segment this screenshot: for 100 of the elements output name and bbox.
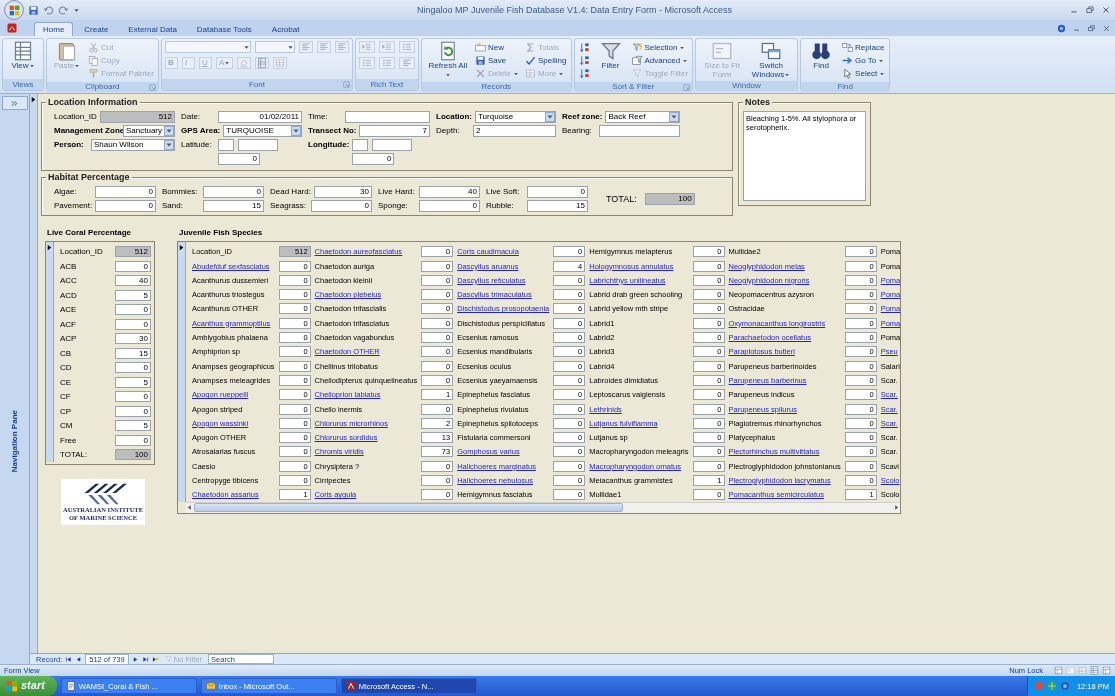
input-field[interactable]: 0 <box>419 200 480 212</box>
ribbon-button[interactable]: Selection <box>630 41 690 54</box>
input-field[interactable]: 0 <box>218 153 260 165</box>
input-field[interactable]: 15 <box>203 200 264 212</box>
new-record-button[interactable] <box>151 655 159 663</box>
help-button[interactable] <box>1057 23 1066 33</box>
input-field[interactable] <box>352 139 369 151</box>
input-field[interactable]: 30 <box>313 186 372 198</box>
dropdown-field[interactable]: TURQUOISE <box>223 125 302 137</box>
ribbon-tab[interactable]: Create <box>75 22 118 36</box>
input-field[interactable]: 5 <box>115 376 151 388</box>
input-field[interactable] <box>218 139 234 151</box>
ribbon-button[interactable]: Go To <box>841 54 887 67</box>
customize-button[interactable] <box>73 6 80 14</box>
record-selector[interactable] <box>30 94 38 653</box>
ribbon-tab[interactable]: Acrobat <box>262 22 309 36</box>
horizontal-scrollbar[interactable] <box>186 501 901 513</box>
navigation-pane-label[interactable]: Navigation Pane <box>9 410 20 473</box>
font-size-field[interactable] <box>254 41 295 53</box>
view-button[interactable] <box>1090 666 1099 675</box>
input-field[interactable]: 2 <box>473 125 556 137</box>
record-selector[interactable] <box>178 241 186 502</box>
ribbon-tab[interactable]: Database Tools <box>187 22 261 36</box>
last-record-button[interactable] <box>141 655 149 663</box>
input-field[interactable]: 0 <box>115 405 151 417</box>
ribbon-button[interactable]: Spelling <box>524 54 568 67</box>
dialog-launcher-button[interactable] <box>148 84 156 91</box>
input-field[interactable] <box>372 139 413 151</box>
previous-record-button[interactable] <box>75 655 83 663</box>
input-field[interactable] <box>238 139 278 151</box>
next-record-button[interactable] <box>131 655 139 663</box>
view-button[interactable] <box>1066 666 1075 675</box>
view-button[interactable] <box>1054 666 1063 675</box>
input-field[interactable]: 5 <box>115 420 151 432</box>
view-button[interactable] <box>1102 666 1111 675</box>
input-field[interactable]: 0 <box>115 304 151 316</box>
ribbon-button[interactable]: Refresh All <box>424 41 471 79</box>
input-field[interactable]: 0 <box>115 434 151 446</box>
input-field[interactable]: 0 <box>95 186 156 198</box>
input-field[interactable]: 15 <box>115 347 151 359</box>
ribbon-button[interactable]: New <box>473 41 521 54</box>
toolbar-button[interactable] <box>58 4 69 16</box>
dropdown-field[interactable]: Back Reef <box>605 111 680 123</box>
input-field[interactable]: 0 <box>203 186 264 198</box>
restore-button[interactable] <box>1087 23 1096 33</box>
input-field[interactable]: 0 <box>115 260 151 272</box>
close-icon <box>1101 5 1111 15</box>
input-field[interactable]: 15 <box>527 200 588 212</box>
input-field[interactable]: 0 <box>115 318 151 330</box>
dropdown-field[interactable]: Sanctuary <box>122 125 175 137</box>
field-label: ACF <box>60 319 76 330</box>
dropdown-field[interactable]: Turquoise <box>475 111 556 123</box>
ribbon-button[interactable]: Advanced <box>630 54 690 67</box>
close-button[interactable] <box>1101 5 1111 15</box>
first-record-button[interactable] <box>65 655 73 663</box>
office-button[interactable] <box>4 0 24 20</box>
field-label: Location: <box>436 111 472 123</box>
restore-button[interactable] <box>1085 5 1095 15</box>
input-field[interactable]: 01/02/2011 <box>218 111 302 123</box>
input-field[interactable]: 40 <box>115 275 151 287</box>
input-field[interactable] <box>599 125 680 137</box>
ribbon-button[interactable]: Filter <box>593 41 628 70</box>
ribbon-tab[interactable]: External Data <box>119 22 186 36</box>
input-field[interactable]: 0 <box>95 200 156 212</box>
input-field[interactable]: 0 <box>527 186 588 198</box>
ribbon-button[interactable]: Replace <box>841 41 887 54</box>
input-field[interactable]: 0 <box>115 391 151 403</box>
ribbon-button[interactable]: Switch Windows <box>748 41 795 79</box>
font-name-field[interactable] <box>164 41 251 53</box>
last-record-icon <box>141 655 149 663</box>
ribbon-button[interactable]: Find <box>804 41 839 70</box>
input-field[interactable] <box>345 111 430 123</box>
input-field[interactable]: 0 <box>352 153 395 165</box>
view-button[interactable] <box>1078 666 1087 675</box>
expand-button[interactable] <box>1 96 28 110</box>
field-label: Date: <box>181 111 202 123</box>
input-field[interactable]: 5 <box>115 289 151 301</box>
input-field[interactable]: 7 <box>359 125 430 137</box>
dialog-launcher-button[interactable] <box>683 84 691 91</box>
close-button[interactable] <box>1102 23 1111 33</box>
input-field[interactable]: 0 <box>115 362 151 374</box>
ribbon-button[interactable]: View <box>6 41 40 70</box>
redo-icon <box>58 4 69 16</box>
dropdown-field[interactable]: Shaun Wilson <box>91 139 175 151</box>
input-field[interactable]: 40 <box>419 186 480 198</box>
input-field[interactable]: 30 <box>115 333 151 345</box>
toolbar-button[interactable] <box>43 4 54 16</box>
toolbar-button[interactable] <box>28 4 39 16</box>
ribbon-button[interactable]: Save <box>473 54 521 67</box>
ribbon-tab[interactable]: Home <box>34 22 74 36</box>
sort-button[interactable] <box>577 41 591 54</box>
sort-button[interactable] <box>577 67 591 80</box>
dialog-launcher-button[interactable] <box>342 81 350 88</box>
scroll-thumb[interactable] <box>194 503 623 513</box>
sort-button[interactable] <box>577 54 591 67</box>
record-selector[interactable] <box>46 241 54 463</box>
input-field[interactable]: 0 <box>311 200 372 212</box>
ribbon-button[interactable]: Select <box>841 67 887 80</box>
section-title: Juvenile Fish Species <box>178 228 264 238</box>
close-icon <box>1102 23 1111 33</box>
